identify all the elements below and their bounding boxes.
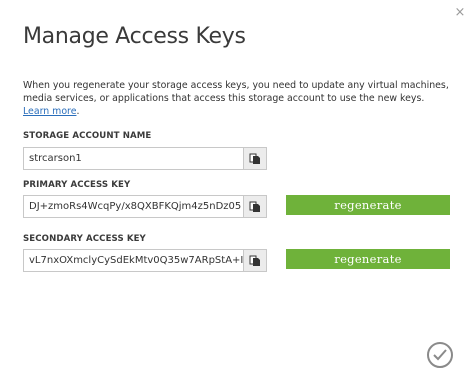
secondary-access-key-field: vL7nxOXmclyCySdEkMtv0Q35w7ARpStA+I	[23, 249, 267, 272]
checkmark-icon	[433, 349, 447, 361]
ok-button[interactable]	[427, 342, 453, 368]
close-icon[interactable]: ×	[452, 5, 468, 21]
learn-more-link[interactable]: Learn more	[23, 106, 76, 117]
storage-account-name-label: STORAGE ACCOUNT NAME	[23, 131, 152, 141]
copy-icon[interactable]	[243, 196, 266, 217]
primary-access-key-field: DJ+zmoRs4WcqPy/x8QXBFKQjm4z5nDz05	[23, 195, 267, 218]
copy-icon[interactable]	[243, 148, 266, 169]
description-text: When you regenerate your storage access …	[23, 80, 449, 104]
primary-access-key-label: PRIMARY ACCESS KEY	[23, 180, 131, 190]
manage-access-keys-dialog: × Manage Access Keys When you regenerate…	[0, 0, 474, 375]
copy-icon[interactable]	[243, 250, 266, 271]
secondary-access-key-label: SECONDARY ACCESS KEY	[23, 234, 146, 244]
secondary-access-key-value[interactable]: vL7nxOXmclyCySdEkMtv0Q35w7ARpStA+I	[24, 250, 244, 271]
primary-access-key-value[interactable]: DJ+zmoRs4WcqPy/x8QXBFKQjm4z5nDz05	[24, 196, 244, 217]
dialog-description: When you regenerate your storage access …	[23, 79, 453, 118]
description-period: .	[76, 106, 80, 117]
regenerate-secondary-button[interactable]: regenerate	[286, 249, 450, 269]
storage-account-name-value[interactable]: strcarson1	[24, 148, 244, 169]
regenerate-primary-button[interactable]: regenerate	[286, 195, 450, 215]
dialog-title: Manage Access Keys	[23, 24, 246, 49]
storage-account-name-field: strcarson1	[23, 147, 267, 170]
